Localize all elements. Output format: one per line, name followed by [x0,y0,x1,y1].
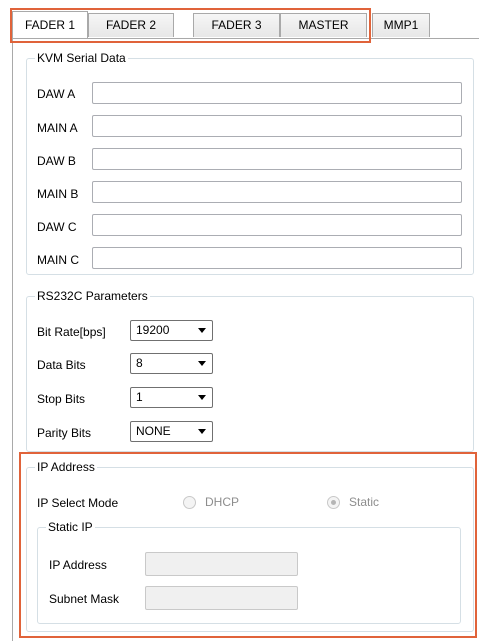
parity-bits-select[interactable]: NONE [130,421,213,442]
stop-bits-select[interactable]: 1 [130,387,213,408]
data-bits-label: Data Bits [37,358,86,372]
stop-bits-value: 1 [136,390,143,404]
tab-label: FADER 3 [211,18,262,32]
tab-master[interactable]: MASTER [280,13,367,37]
tab-label: MMP1 [383,18,419,32]
main-a-input[interactable] [92,115,462,137]
bit-rate-label: Bit Rate[bps] [37,325,106,339]
tab-fader-2[interactable]: FADER 2 [88,13,174,37]
data-bits-select[interactable]: 8 [130,353,213,374]
daw-c-input[interactable] [92,214,462,236]
tab-label: FADER 2 [105,18,156,32]
main-a-label: MAIN A [37,121,78,135]
tab-fader-1[interactable]: FADER 1 [12,11,88,39]
static-label: Static [349,495,380,509]
chevron-down-icon [198,429,206,434]
parity-bits-label: Parity Bits [37,426,92,440]
dhcp-radio[interactable] [183,496,196,509]
main-c-input[interactable] [92,247,462,269]
parity-bits-value: NONE [136,424,171,438]
main-b-label: MAIN B [37,187,79,201]
chevron-down-icon [198,328,206,333]
subnet-mask-label: Subnet Mask [49,592,120,606]
ip-address-label: IP Address [49,558,107,572]
static-radio[interactable] [327,496,340,509]
rs232c-parameters-group: RS232C Parameters [26,289,474,452]
daw-b-input[interactable] [92,148,462,170]
static-ip-title: Static IP [48,520,93,534]
ip-select-mode-label: IP Select Mode [37,496,119,510]
tab-mmp1[interactable]: MMP1 [372,13,430,37]
chevron-down-icon [198,361,206,366]
daw-a-input[interactable] [92,82,462,104]
chevron-down-icon [198,395,206,400]
tab-fader-3[interactable]: FADER 3 [193,13,280,37]
dhcp-label: DHCP [205,495,240,509]
daw-c-label: DAW C [37,220,77,234]
ip-address-title: IP Address [37,460,95,474]
main-b-input[interactable] [92,181,462,203]
main-c-label: MAIN C [37,253,79,267]
ip-address-input[interactable] [145,552,298,576]
daw-b-label: DAW B [37,154,76,168]
data-bits-value: 8 [136,356,143,370]
bit-rate-value: 19200 [136,323,170,337]
tab-label: MASTER [298,18,349,32]
subnet-mask-input[interactable] [145,586,298,610]
daw-a-label: DAW A [37,87,76,101]
tab-label: FADER 1 [24,18,75,32]
stop-bits-label: Stop Bits [37,392,86,406]
rs232c-parameters-title: RS232C Parameters [37,289,148,303]
kvm-serial-data-title: KVM Serial Data [37,51,126,65]
bit-rate-select[interactable]: 19200 [130,320,213,341]
